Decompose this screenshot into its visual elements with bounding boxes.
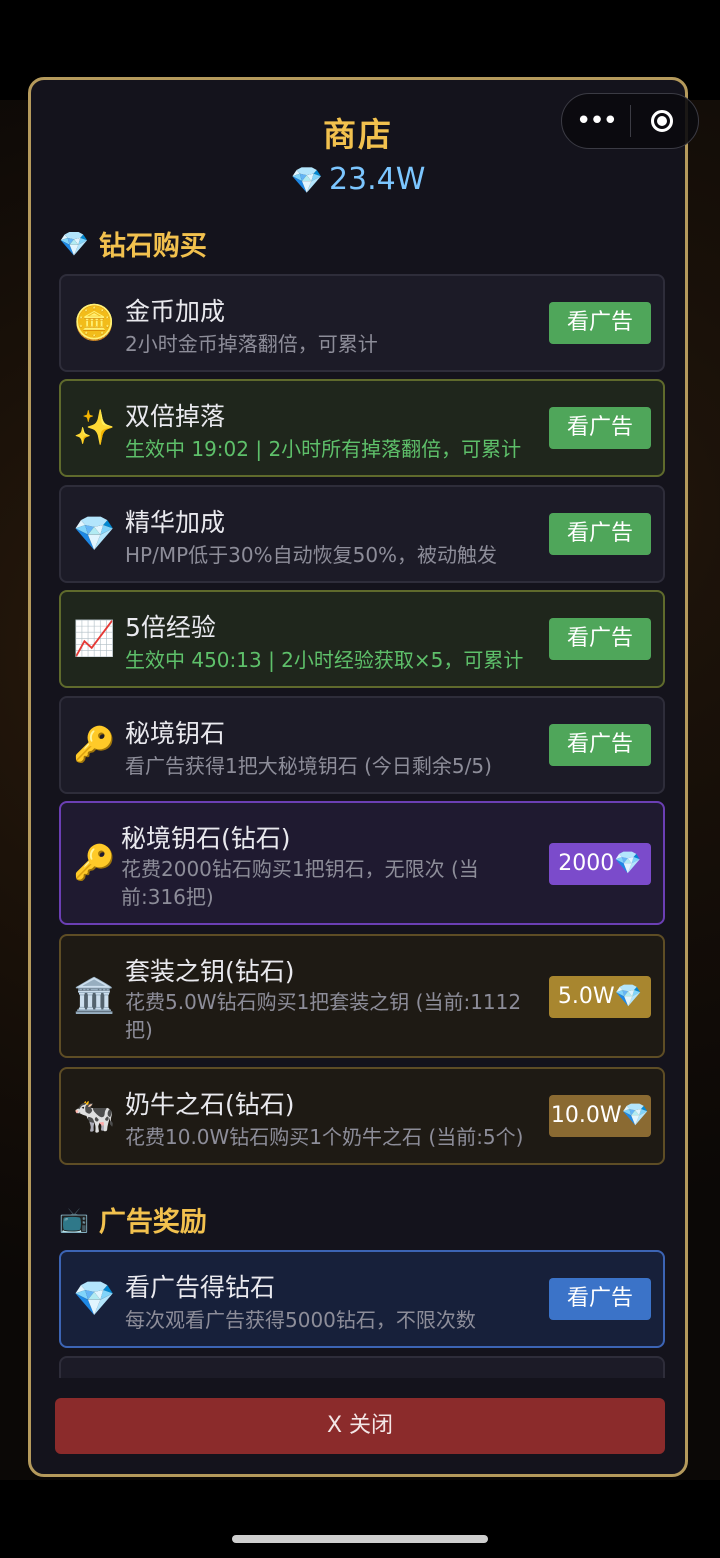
item-name: 看广告得钻石: [125, 1273, 276, 1302]
section-ad-rewards: 📺 广告奖励: [59, 1200, 207, 1239]
shop-list[interactable]: 💎 钻石购买 🪙 金币加成 2小时金币掉落翻倍，可累计 看广告 ✨ 双倍掉落 生效…: [31, 218, 685, 1378]
sparkles-icon: ✨: [73, 408, 116, 448]
gem-icon: 💎: [73, 514, 116, 554]
item-name: 双倍掉落: [125, 402, 226, 431]
item-name: 套装之钥(钻石): [125, 957, 295, 986]
target-icon[interactable]: [651, 110, 673, 132]
shop-item-set-key-diamond: 🏛️ 套装之钥(钻石) 花费5.0W钻石购买1把套装之钥 (当前:1112 把)…: [59, 934, 665, 1058]
diamond-balance: 💎 23.4W: [31, 162, 685, 197]
gem-icon: 💎: [73, 1279, 116, 1319]
item-desc-line2: 前:316把): [121, 885, 214, 909]
watch-ad-button[interactable]: 看广告: [549, 1278, 651, 1320]
shop-item-mythic-key: 🔑 秘境钥石 看广告获得1把大秘境钥石 (今日剩余5/5) 看广告: [59, 696, 665, 794]
item-desc: 生效中 450:13 | 2小时经验获取×5，可累计: [125, 648, 524, 672]
item-desc: 每次观看广告获得5000钻石，不限次数: [125, 1308, 476, 1332]
item-desc-line2: 把): [125, 1018, 153, 1042]
shop-item-5x-exp: 📈 5倍经验 生效中 450:13 | 2小时经验获取×5，可累计 看广告: [59, 590, 665, 688]
item-desc-line1: 花费5.0W钻石购买1把套装之钥 (当前:1112: [125, 990, 522, 1014]
buy-diamond-button[interactable]: 5.0W💎: [549, 976, 651, 1018]
item-name: 秘境钥石(钻石): [121, 824, 291, 853]
shop-item-gold-bonus: 🪙 金币加成 2小时金币掉落翻倍，可累计 看广告: [59, 274, 665, 372]
item-desc: 生效中 19:02 | 2小时所有掉落翻倍，可累计: [125, 437, 522, 461]
shop-item-mythic-key-diamond: 🔑 秘境钥石(钻石) 花费2000钻石购买1把钥石，无限次 (当 前:316把)…: [59, 801, 665, 925]
buy-diamond-button[interactable]: 2000💎: [549, 843, 651, 885]
gem-icon: 💎: [290, 166, 323, 196]
shop-item-double-drop: ✨ 双倍掉落 生效中 19:02 | 2小时所有掉落翻倍，可累计 看广告: [59, 379, 665, 477]
buy-diamond-button[interactable]: 10.0W💎: [549, 1095, 651, 1137]
item-desc: HP/MP低于30%自动恢复50%，被动触发: [125, 543, 498, 567]
shop-modal: 商店 💎 23.4W ••• 💎 钻石购买 🪙 金币加成 2小时金币掉落翻倍，可累计…: [28, 77, 699, 1477]
ad-item-next: [59, 1356, 665, 1378]
tv-icon: 📺: [59, 1205, 89, 1234]
watch-ad-button[interactable]: 看广告: [549, 302, 651, 344]
section-title: 广告奖励: [98, 1207, 207, 1238]
section-title: 钻石购买: [98, 231, 207, 262]
key-icon: 🔑: [73, 725, 116, 765]
ad-item-diamonds: 💎 看广告得钻石 每次观看广告获得5000钻石，不限次数 看广告: [59, 1250, 665, 1348]
chart-icon: 📈: [73, 619, 116, 659]
shop-item-cow-stone-diamond: 🐄 奶牛之石(钻石) 花费10.0W钻石购买1个奶牛之石 (当前:5个) 10.…: [59, 1067, 665, 1165]
shop-item-essence-bonus: 💎 精华加成 HP/MP低于30%自动恢复50%，被动触发 看广告: [59, 485, 665, 583]
item-name: 精华加成: [125, 508, 226, 537]
close-button[interactable]: X 关闭: [55, 1398, 665, 1454]
home-indicator[interactable]: [232, 1535, 488, 1543]
more-dots-icon[interactable]: •••: [562, 106, 630, 136]
miniprogram-capsule: •••: [561, 93, 699, 149]
cow-icon: 🐄: [73, 1096, 116, 1136]
watch-ad-button[interactable]: 看广告: [549, 513, 651, 555]
bank-icon: 🏛️: [73, 976, 116, 1016]
item-name: 金币加成: [125, 297, 226, 326]
item-desc: 看广告获得1把大秘境钥石 (今日剩余5/5): [125, 754, 492, 778]
gem-icon: 💎: [59, 229, 89, 258]
item-name: 5倍经验: [125, 613, 216, 642]
balance-value: 23.4W: [328, 162, 426, 197]
coin-icon: 🪙: [73, 303, 116, 343]
watch-ad-button[interactable]: 看广告: [549, 724, 651, 766]
watch-ad-button[interactable]: 看广告: [549, 407, 651, 449]
watch-ad-button[interactable]: 看广告: [549, 618, 651, 660]
item-desc: 2小时金币掉落翻倍，可累计: [125, 332, 378, 356]
key-icon: 🔑: [73, 843, 116, 883]
section-diamond-purchase: 💎 钻石购买: [59, 224, 207, 263]
capsule-divider: [630, 105, 631, 137]
item-name: 奶牛之石(钻石): [125, 1090, 295, 1119]
item-desc: 花费10.0W钻石购买1个奶牛之石 (当前:5个): [125, 1125, 524, 1149]
item-name: 秘境钥石: [125, 719, 226, 748]
item-desc-line1: 花费2000钻石购买1把钥石，无限次 (当: [121, 857, 479, 881]
